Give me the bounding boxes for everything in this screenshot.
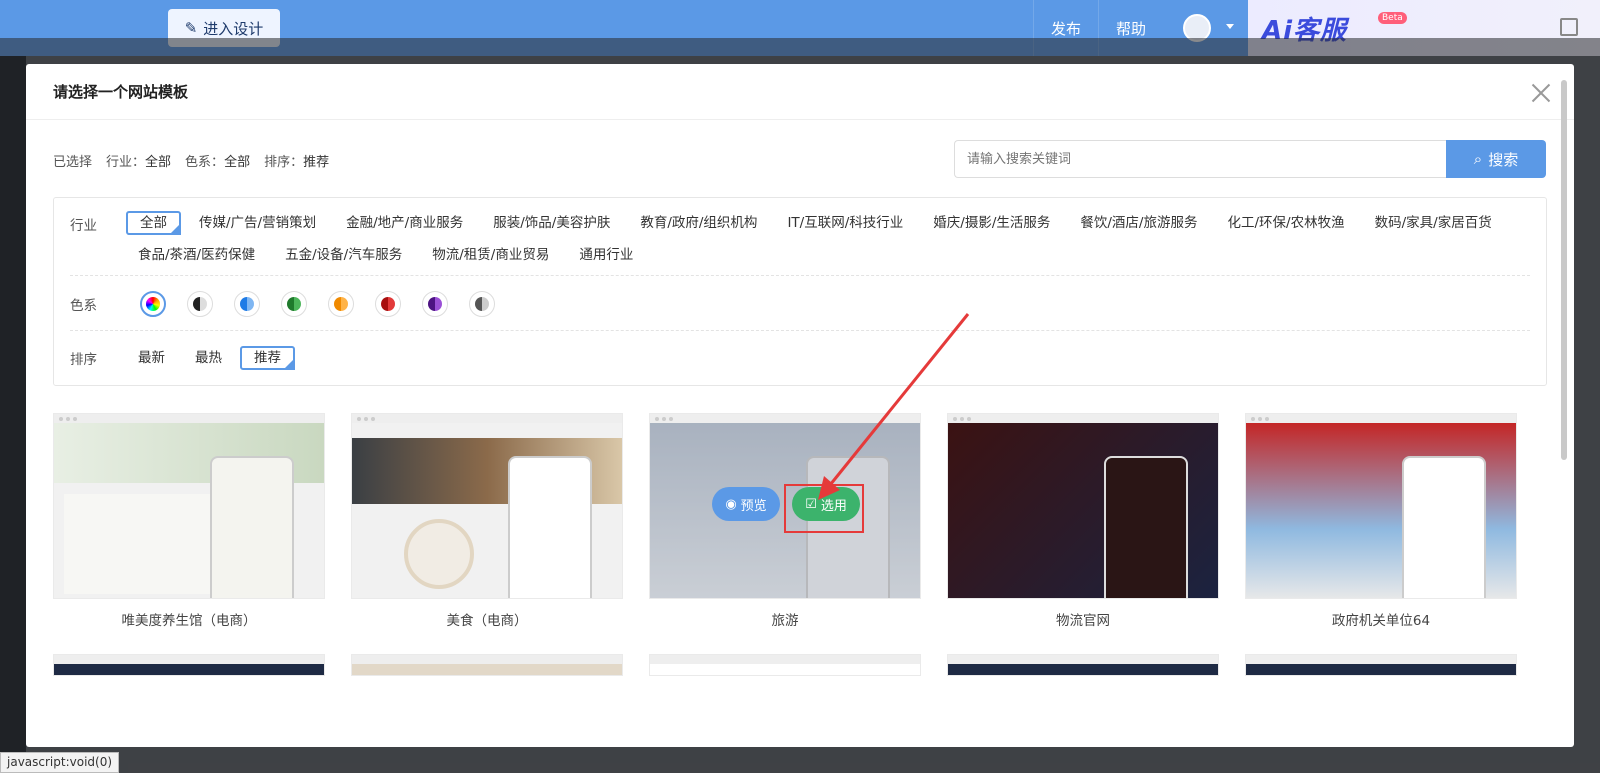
selected-summary: 已选择 行业：全部 色系：全部 排序：推荐	[53, 151, 329, 170]
template-card[interactable]: 物流官网	[947, 413, 1219, 629]
color-swatch-purple[interactable]	[422, 291, 448, 317]
search-input[interactable]	[954, 140, 1446, 178]
industry-chip[interactable]: 服装/饰品/美容护肤	[481, 211, 622, 235]
template-thumbnail[interactable]	[1245, 413, 1517, 599]
template-thumbnail[interactable]	[351, 654, 623, 676]
modal-title: 请选择一个网站模板	[26, 64, 1574, 120]
beta-badge: Beta	[1378, 12, 1407, 24]
template-picker-modal: 请选择一个网站模板 已选择 行业：全部 色系：全部 排序：推荐 ⌕ 搜索 行业 …	[26, 64, 1574, 747]
template-card[interactable]: ◉ 预览 ☑ 选用 旅游	[649, 413, 921, 629]
industry-chip[interactable]: 餐饮/酒店/旅游服务	[1068, 211, 1209, 235]
scrollbar[interactable]	[1561, 80, 1567, 460]
sort-label: 排序	[70, 352, 97, 368]
sort-chip-recommended[interactable]: 推荐	[240, 346, 295, 370]
template-card[interactable]: 政府机关单位64	[1245, 413, 1517, 629]
template-title: 政府机关单位64	[1331, 613, 1431, 629]
industry-chip[interactable]: 化工/环保/农林牧渔	[1215, 211, 1356, 235]
industry-chip[interactable]: 金融/地产/商业服务	[334, 211, 475, 235]
template-thumbnail[interactable]	[947, 413, 1219, 599]
template-thumbnail[interactable]: ◉ 预览 ☑ 选用	[649, 413, 921, 599]
template-card[interactable]: 美食（电商）	[351, 413, 623, 629]
divider	[70, 275, 1530, 276]
chevron-down-icon[interactable]	[1226, 24, 1234, 29]
color-swatch-green[interactable]	[281, 291, 307, 317]
template-title: 唯美度养生馆（电商）	[121, 613, 257, 629]
template-thumbnail[interactable]	[649, 654, 921, 676]
color-swatch-gray[interactable]	[469, 291, 495, 317]
template-thumbnail[interactable]	[1245, 654, 1517, 676]
template-card[interactable]: 唯美度养生馆（电商）	[53, 413, 325, 629]
industry-chip[interactable]: 五金/设备/汽车服务	[273, 243, 414, 267]
template-title: 旅游	[771, 613, 799, 629]
select-button[interactable]: ☑ 选用	[792, 487, 860, 521]
edit-icon: ✎	[184, 19, 198, 37]
color-swatch-all[interactable]	[140, 291, 166, 317]
preview-button[interactable]: ◉ 预览	[712, 487, 780, 521]
template-thumbnail[interactable]	[351, 413, 623, 599]
enter-design-label: 进入设计	[203, 19, 264, 38]
color-label: 色系	[70, 298, 97, 314]
status-bar: javascript:void(0)	[0, 752, 120, 773]
filter-panel: 行业 全部 传媒/广告/营销策划 金融/地产/商业服务 服装/饰品/美容护肤 教…	[53, 197, 1547, 386]
industry-chip[interactable]: 婚庆/摄影/生活服务	[921, 211, 1062, 235]
divider	[70, 330, 1530, 331]
search-bar: ⌕ 搜索	[954, 140, 1546, 178]
industry-chip[interactable]: 通用行业	[567, 243, 645, 267]
check-icon: ☑	[805, 496, 817, 512]
industry-chip[interactable]: 食品/茶酒/医药保健	[126, 243, 267, 267]
color-swatch-red[interactable]	[375, 291, 401, 317]
industry-chip[interactable]: 物流/租赁/商业贸易	[420, 243, 561, 267]
industry-chip[interactable]: 教育/政府/组织机构	[628, 211, 769, 235]
color-swatch-orange[interactable]	[328, 291, 354, 317]
color-filter: 色系	[70, 291, 516, 317]
industry-chip-all[interactable]: 全部	[126, 211, 181, 235]
industry-chip[interactable]: IT/互联网/科技行业	[775, 211, 915, 235]
template-title: 物流官网	[1056, 613, 1110, 629]
color-swatch-black[interactable]	[187, 291, 213, 317]
search-button[interactable]: ⌕ 搜索	[1446, 140, 1546, 178]
industry-filter: 行业 全部 传媒/广告/营销策划 金融/地产/商业服务 服装/饰品/美容护肤 教…	[70, 211, 1526, 267]
template-thumbnail[interactable]	[947, 654, 1219, 676]
sidebar-strip	[0, 56, 26, 773]
template-title: 美食（电商）	[446, 613, 528, 629]
industry-chip[interactable]: 数码/家具/家居百货	[1363, 211, 1504, 235]
sort-chip-hottest[interactable]: 最热	[183, 346, 234, 370]
sort-chip-newest[interactable]: 最新	[126, 346, 177, 370]
selected-prefix: 已选择	[53, 155, 93, 170]
gift-icon[interactable]	[1560, 18, 1578, 36]
industry-chip[interactable]: 传媒/广告/营销策划	[187, 211, 328, 235]
template-thumbnail[interactable]	[53, 413, 325, 599]
sort-filter: 排序 最新 最热 推荐	[70, 346, 301, 370]
search-icon: ⌕	[1473, 150, 1483, 168]
template-thumbnail[interactable]	[53, 654, 325, 676]
industry-label: 行业	[70, 218, 97, 234]
eye-icon: ◉	[725, 496, 737, 512]
close-icon[interactable]	[1530, 82, 1552, 104]
color-swatch-blue[interactable]	[234, 291, 260, 317]
